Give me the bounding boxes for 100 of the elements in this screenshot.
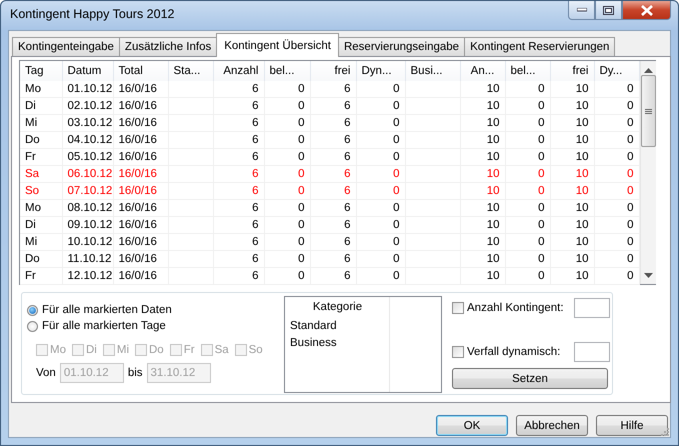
- table-cell: 6: [213, 148, 264, 166]
- field-label: bis: [128, 367, 143, 379]
- table-cell: 0: [594, 132, 639, 148]
- table-cell: 6: [310, 166, 356, 182]
- table-cell: 6: [310, 268, 356, 284]
- table-cell: 16/0/16: [113, 81, 168, 98]
- scrollbar[interactable]: [640, 61, 656, 284]
- table-cell: 16/0/16: [113, 268, 168, 284]
- close-button[interactable]: [622, 1, 671, 20]
- table-cell: 0: [594, 81, 639, 98]
- table-cell: 16/0/16: [113, 148, 168, 166]
- dialog-button[interactable]: Abbrechen: [516, 415, 588, 436]
- scroll-up-icon[interactable]: [644, 68, 652, 73]
- dialog-button[interactable]: Hilfe: [596, 415, 668, 436]
- table-cell: Fr: [20, 268, 62, 284]
- column-header[interactable]: Dy...: [594, 61, 639, 81]
- table-cell: 10: [550, 250, 594, 268]
- table-cell: 0: [505, 98, 550, 114]
- table-cell: 0: [505, 132, 550, 148]
- column-header[interactable]: Busi...: [405, 61, 460, 81]
- column-header[interactable]: Anzahl: [213, 61, 264, 81]
- column-header[interactable]: Dyn...: [356, 61, 405, 81]
- table-cell: 0: [594, 148, 639, 166]
- tab[interactable]: Kontingent Übersicht: [216, 33, 339, 57]
- table-cell: 0: [356, 200, 405, 216]
- minimize-button[interactable]: [568, 1, 595, 20]
- column-header[interactable]: bel...: [264, 61, 310, 81]
- number-field[interactable]: [574, 298, 610, 318]
- table-cell: 0: [264, 148, 310, 166]
- table-cell: 6: [213, 268, 264, 284]
- column-header[interactable]: Kategorie: [285, 297, 390, 317]
- radio-option[interactable]: Für alle markierten Daten: [27, 302, 284, 318]
- tab[interactable]: Kontingent Reservierungen: [464, 37, 616, 56]
- table-cell: 6: [213, 234, 264, 250]
- table-cell: 10: [460, 98, 505, 114]
- table-cell: 0: [594, 234, 639, 250]
- table-cell: 0: [264, 132, 310, 148]
- list-item[interactable]: Business: [285, 334, 390, 351]
- column-header[interactable]: Sta...: [168, 61, 213, 81]
- table-cell: 6: [310, 98, 356, 114]
- list-item[interactable]: Standard: [285, 317, 390, 334]
- table-cell: 0: [594, 216, 639, 234]
- table-cell: 6: [213, 98, 264, 114]
- radio-option[interactable]: Für alle markierten Tage: [27, 318, 284, 334]
- table-cell: 0: [264, 216, 310, 234]
- table-cell: 6: [310, 200, 356, 216]
- column-header[interactable]: Tag: [20, 61, 62, 81]
- scroll-thumb[interactable]: [640, 75, 656, 147]
- column-header[interactable]: An...: [460, 61, 505, 81]
- tab[interactable]: Zusätzliche Infos: [118, 37, 218, 56]
- column-header[interactable]: Total: [113, 61, 168, 81]
- table-cell: 10: [550, 216, 594, 234]
- table-cell: 0: [505, 200, 550, 216]
- window-title: Kontingent Happy Tours 2012: [10, 7, 174, 21]
- table-cell: 0: [264, 268, 310, 284]
- column-header[interactable]: bel...: [505, 61, 550, 81]
- table-cell: 10: [550, 132, 594, 148]
- table-cell: 0: [356, 250, 405, 268]
- table-cell: 6: [310, 234, 356, 250]
- table-cell: 16/0/16: [113, 132, 168, 148]
- dialog-button[interactable]: OK: [436, 415, 508, 436]
- column-header[interactable]: frei: [550, 61, 594, 81]
- maximize-icon: [603, 6, 614, 14]
- table-cell: 6: [213, 81, 264, 98]
- table-cell: 16/0/16: [113, 234, 168, 250]
- table-cell: 6: [213, 114, 264, 132]
- table-cell: 0: [505, 216, 550, 234]
- tab[interactable]: Reservierungseingabe: [338, 37, 466, 56]
- table-cell: 10: [550, 200, 594, 216]
- table-cell: 0: [594, 166, 639, 182]
- table-cell: Sa: [20, 166, 62, 182]
- table-cell: 6: [213, 216, 264, 234]
- table-cell: 0: [264, 234, 310, 250]
- table-cell: 04.10.12: [62, 132, 113, 148]
- checkbox[interactable]: Verfall dynamisch:: [452, 346, 560, 358]
- number-field[interactable]: [574, 342, 610, 362]
- table-cell: 0: [505, 182, 550, 200]
- table-cell: 0: [356, 81, 405, 98]
- column-header[interactable]: frei: [310, 61, 356, 81]
- apply-button[interactable]: Setzen: [452, 368, 608, 389]
- table-cell: 09.10.12: [62, 216, 113, 234]
- scroll-down-icon[interactable]: [644, 273, 652, 278]
- table-cell: 0: [594, 182, 639, 200]
- table-cell: 6: [310, 182, 356, 200]
- column-header[interactable]: Datum: [62, 61, 113, 81]
- table-cell: 10: [460, 234, 505, 250]
- table-cell: 10: [460, 182, 505, 200]
- maximize-button[interactable]: [595, 1, 622, 20]
- table-cell: 16/0/16: [113, 114, 168, 132]
- table-cell: 0: [594, 250, 639, 268]
- resize-grip-icon[interactable]: [660, 427, 670, 437]
- table-cell: 0: [264, 166, 310, 182]
- table-cell: 0: [356, 132, 405, 148]
- table-cell: 10: [460, 166, 505, 182]
- close-icon: [640, 4, 652, 16]
- table-cell: 0: [356, 166, 405, 182]
- checkbox[interactable]: Anzahl Kontingent:: [452, 302, 564, 314]
- table-cell: 07.10.12: [62, 182, 113, 200]
- table-cell: 10: [550, 268, 594, 284]
- tab[interactable]: Kontingenteingabe: [12, 37, 120, 56]
